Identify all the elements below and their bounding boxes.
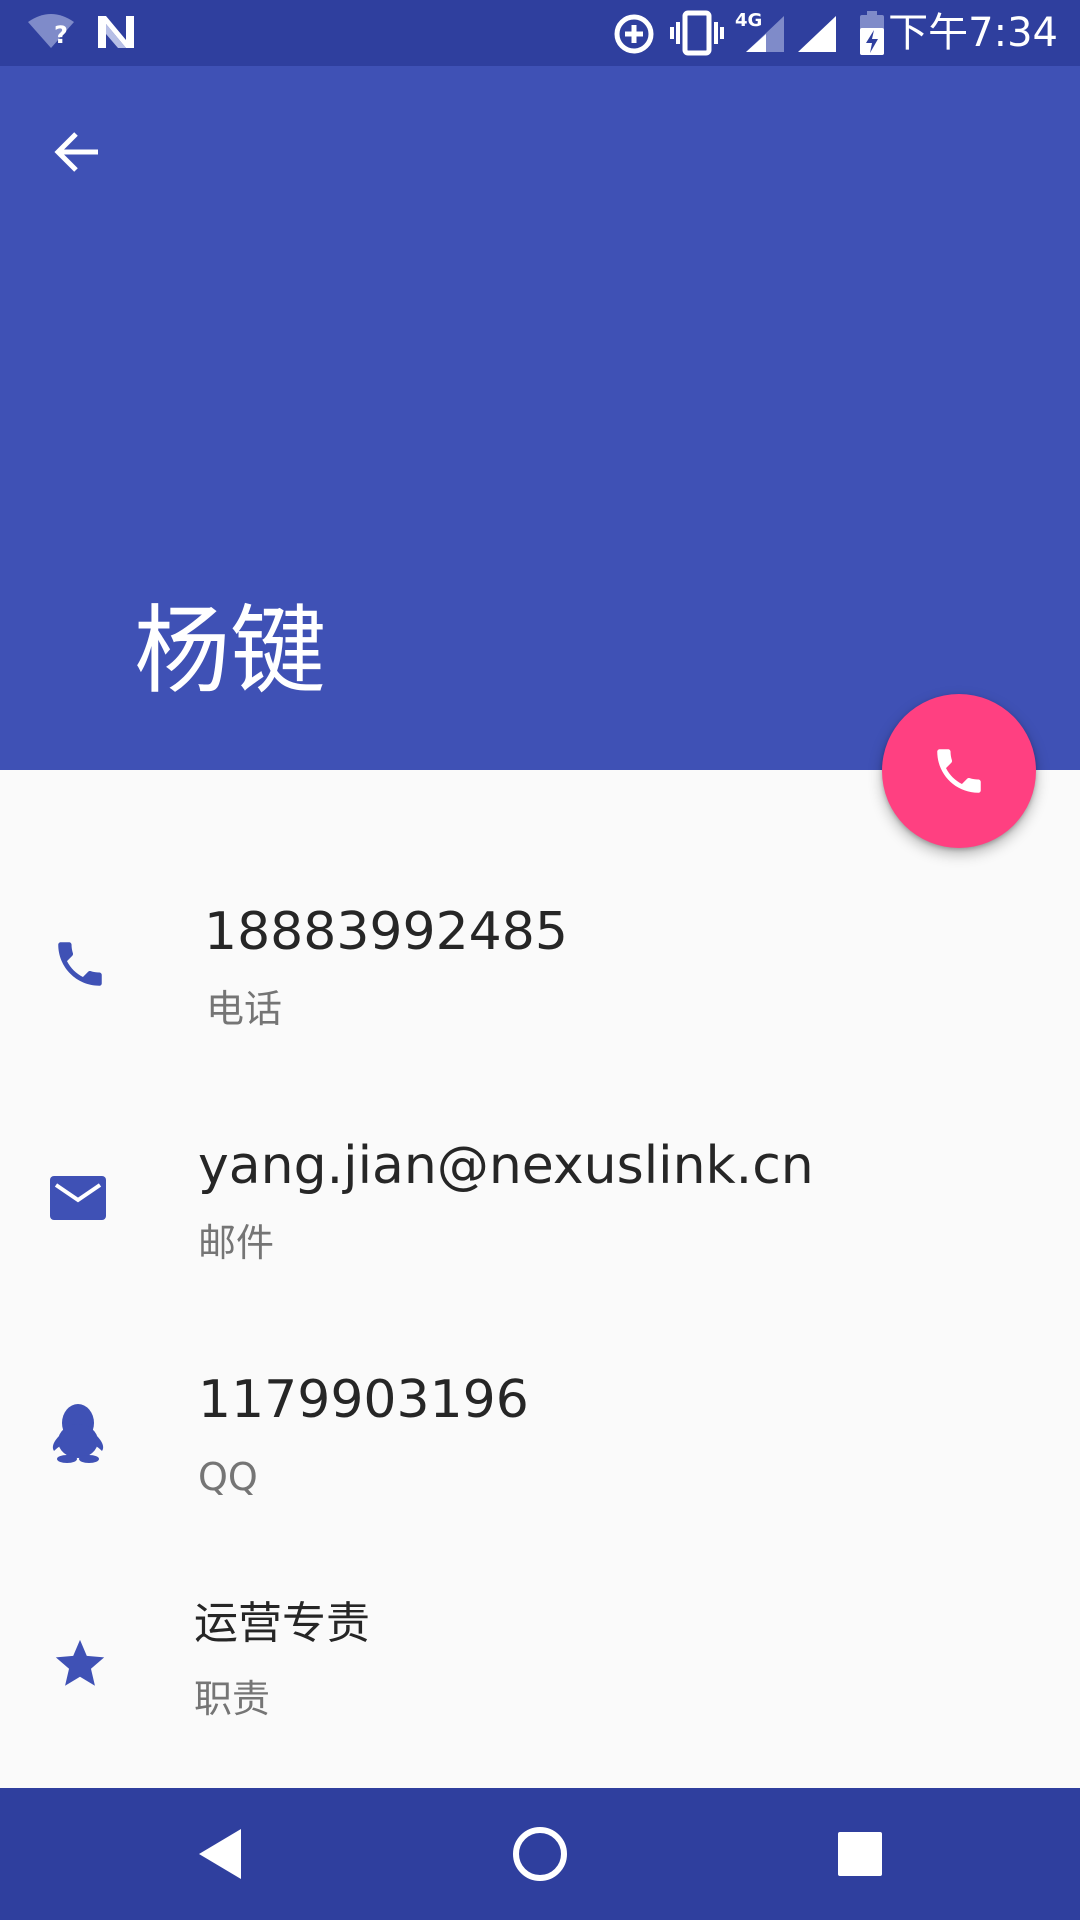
email-value: yang.jian@nexuslink.cn — [198, 1136, 814, 1196]
contact-name: 杨键 — [134, 595, 326, 707]
wifi-question-mark: ? — [54, 21, 68, 49]
role-label: 职责 — [194, 1677, 271, 1721]
signal-4g-icon — [744, 14, 786, 58]
role-value: 运营专责 — [194, 1598, 370, 1649]
detail-row-role[interactable]: 运营专责 职责 — [0, 1572, 1080, 1772]
arrow-back-icon — [54, 132, 98, 172]
detail-row-qq[interactable]: 1179903196 QQ — [0, 1338, 1080, 1538]
star-icon — [48, 1632, 112, 1696]
system-navigation-bar — [0, 1788, 1080, 1920]
battery-charging-icon — [858, 10, 886, 60]
call-fab-button[interactable] — [882, 694, 1036, 848]
detail-row-email[interactable]: yang.jian@nexuslink.cn 邮件 — [0, 1104, 1080, 1304]
back-button[interactable] — [36, 112, 116, 192]
detail-row-phone[interactable]: 18883992485 电话 — [0, 870, 1080, 1070]
data-saver-icon — [612, 12, 656, 60]
nav-recents-icon — [838, 1832, 882, 1876]
contact-detail-screen: ? 4G 下午7:34 杨键 18883992485 电话 yang.jian@… — [0, 0, 1080, 1920]
status-bar: ? 4G 下午7:34 — [0, 0, 1080, 66]
qq-number-value: 1179903196 — [198, 1370, 529, 1430]
signal-icon — [796, 14, 838, 58]
status-time: 下午7:34 — [888, 10, 1058, 56]
nav-back-button[interactable] — [180, 1814, 260, 1894]
phone-number-value: 18883992485 — [204, 902, 568, 962]
n-notification-icon — [96, 14, 136, 54]
qq-penguin-icon — [46, 1400, 110, 1464]
phone-label: 电话 — [206, 987, 283, 1031]
phone-icon — [937, 749, 981, 793]
qq-label: QQ — [198, 1455, 258, 1499]
nav-home-icon — [513, 1827, 567, 1881]
nav-back-icon — [199, 1829, 241, 1879]
phone-icon — [48, 932, 112, 996]
contact-header: 杨键 — [0, 66, 1080, 770]
email-label: 邮件 — [198, 1221, 275, 1265]
mail-icon — [46, 1166, 110, 1230]
nav-home-button[interactable] — [500, 1814, 580, 1894]
vibrate-icon — [670, 10, 724, 60]
wifi-unknown-icon — [26, 12, 76, 56]
nav-recents-button[interactable] — [820, 1814, 900, 1894]
